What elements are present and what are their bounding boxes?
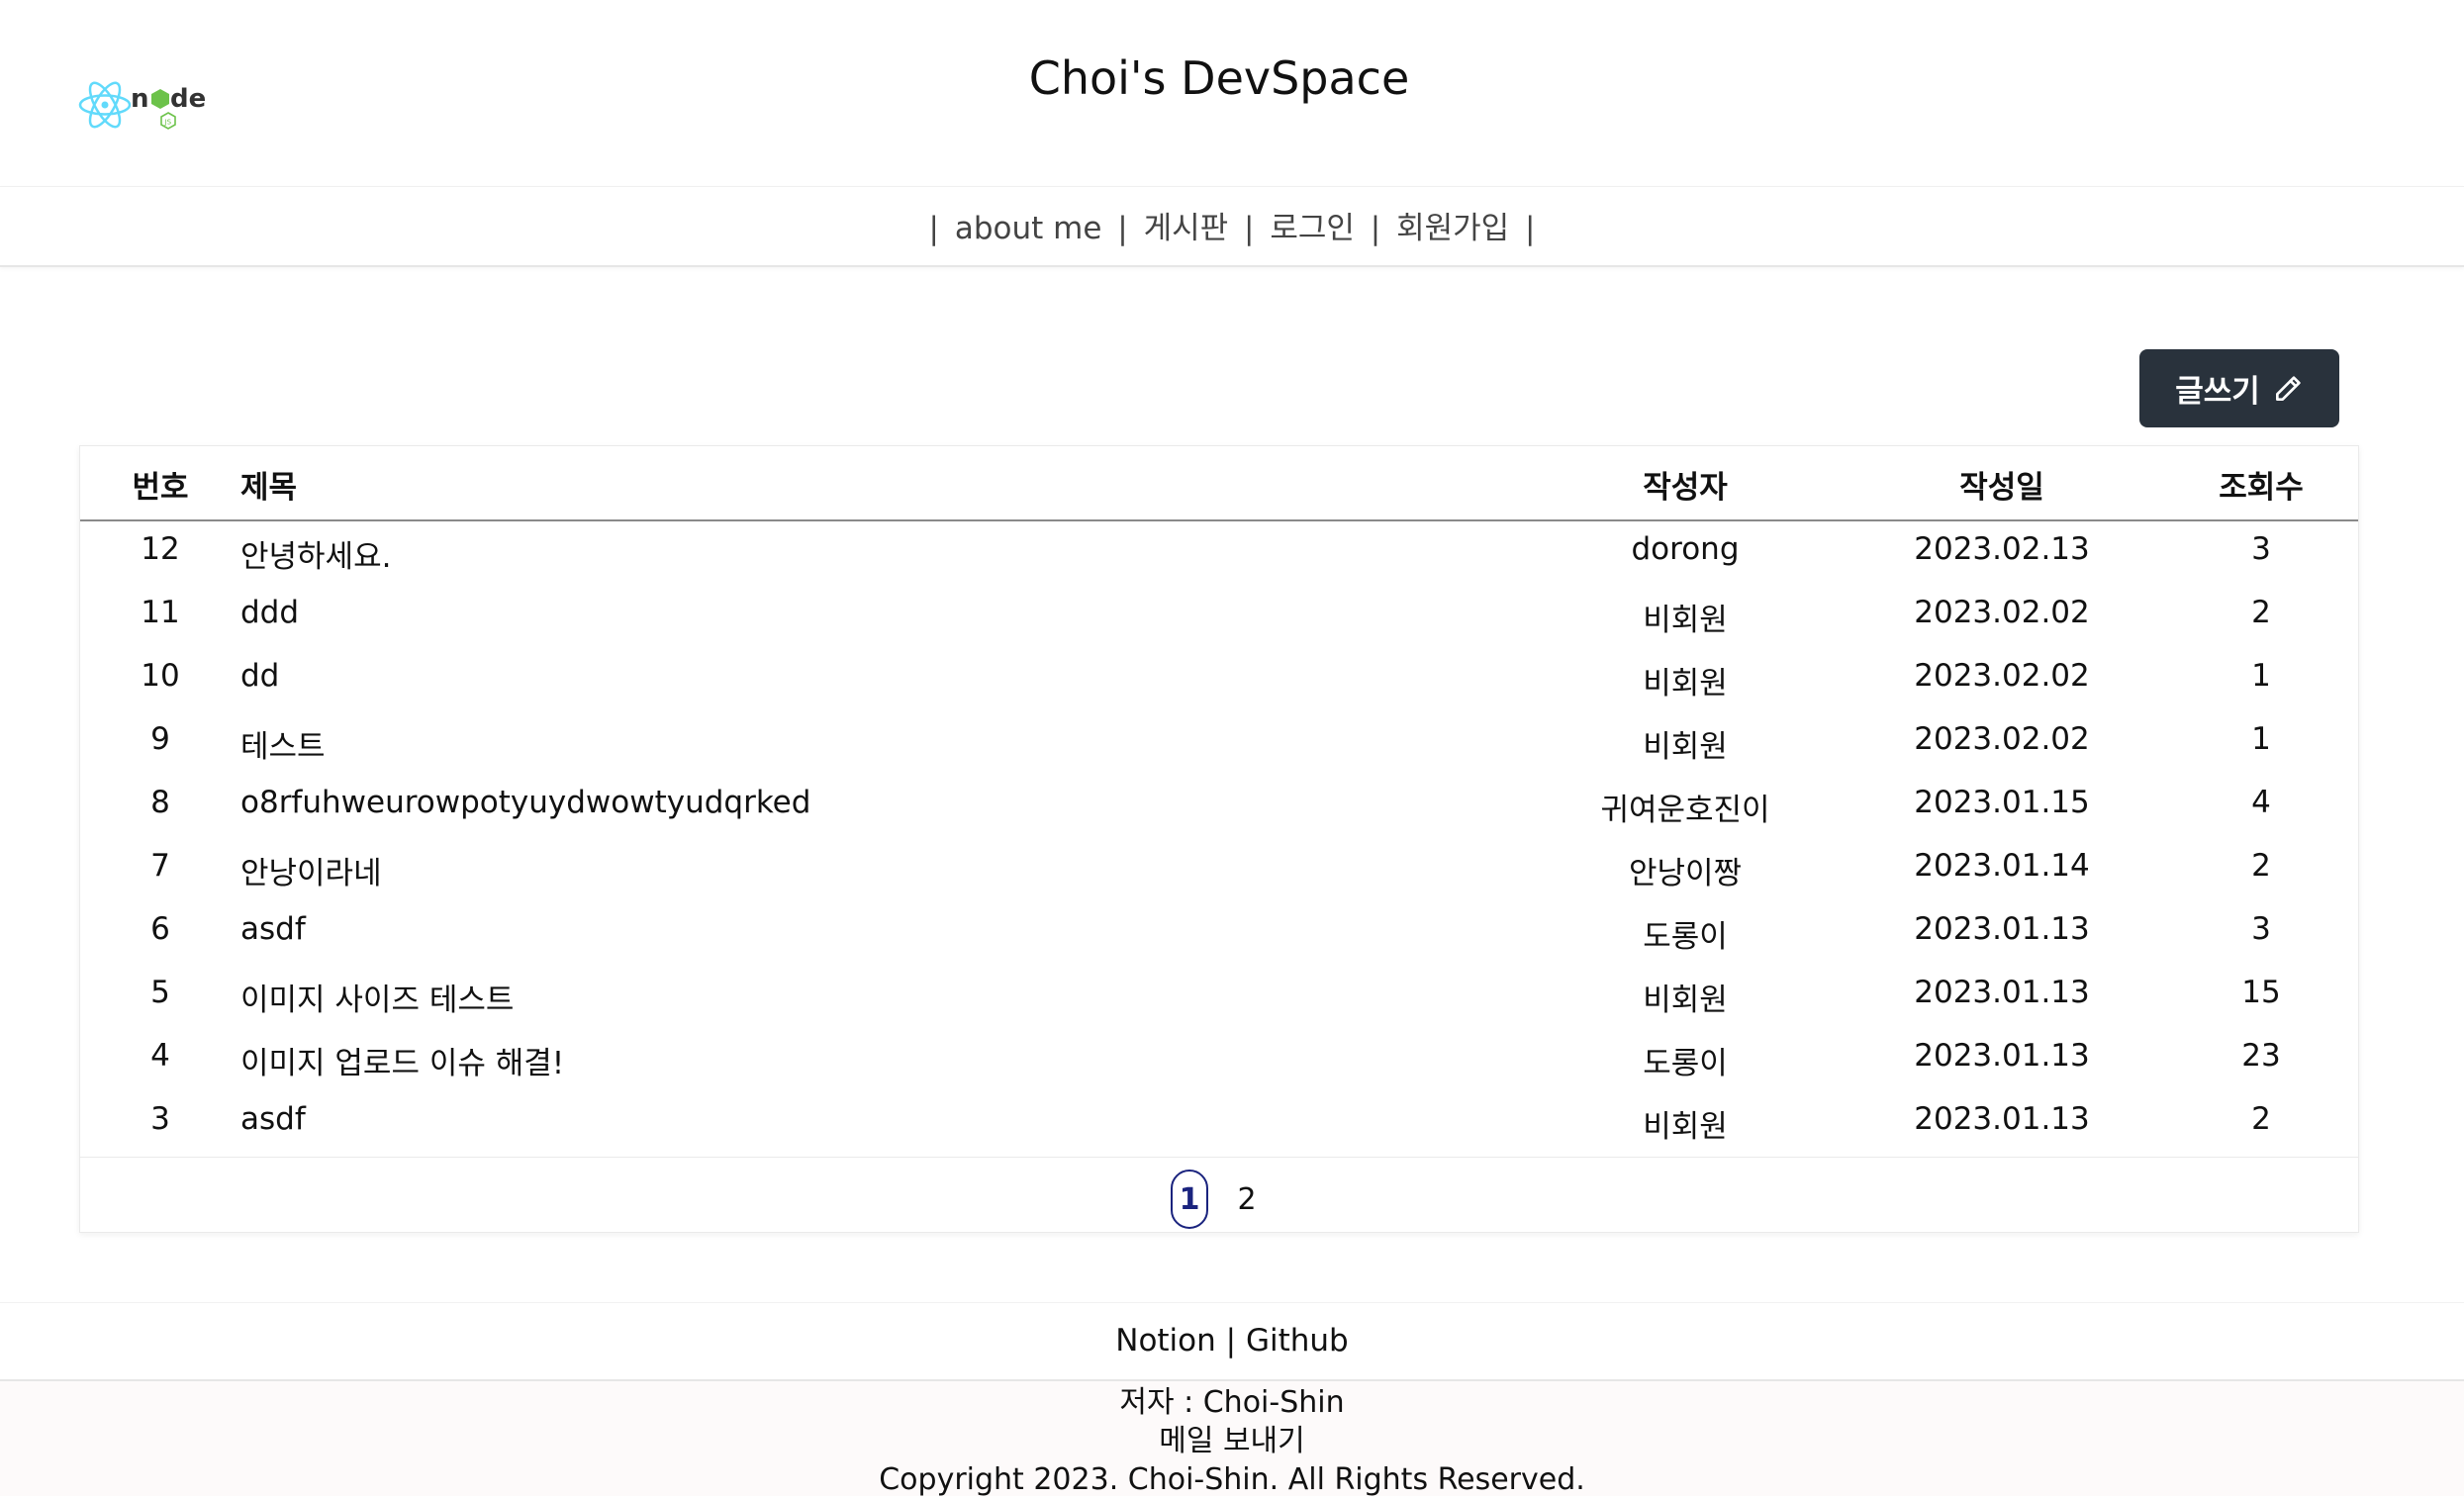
- footer-link-github[interactable]: Github: [1246, 1323, 1349, 1358]
- footer-author: 저자 : Choi-Shin: [1119, 1385, 1345, 1420]
- nav-item-about-me[interactable]: about me: [955, 211, 1102, 246]
- main-nav: | about me | 게시판 | 로그인 | 회원가입 |: [0, 186, 2464, 267]
- site-title: Choi's DevSpace: [1028, 51, 1410, 105]
- write-post-button[interactable]: 글쓰기: [2139, 349, 2339, 427]
- footer-info: 저자 : Choi-Shin 메일 보내기 Copyright 2023. Ch…: [0, 1381, 2464, 1497]
- row-title-link[interactable]: asdf: [240, 911, 306, 947]
- row-views: 15: [2241, 975, 2281, 1010]
- site-header: n de JS Choi's DevSpace: [0, 0, 2464, 186]
- row-date: 2023.01.13: [1914, 1101, 2090, 1137]
- table-row[interactable]: 7 안낭이라네 안낭이짱 2023.01.14 2: [80, 840, 2358, 903]
- table-row[interactable]: 4 이미지 업로드 이슈 해결! 도롱이 2023.01.13 23: [80, 1030, 2358, 1093]
- table-row[interactable]: 5 이미지 사이즈 테스트 비회원 2023.01.13 15: [80, 967, 2358, 1030]
- row-views: 1: [2251, 721, 2271, 757]
- row-number: 11: [141, 595, 180, 630]
- row-number: 4: [150, 1038, 170, 1074]
- column-header-number: 번호: [132, 470, 189, 506]
- column-header-title: 제목: [240, 470, 298, 506]
- nav-separator: |: [1370, 211, 1381, 246]
- row-title-link[interactable]: 안녕하세요.: [240, 531, 391, 576]
- page-button-current[interactable]: 1: [1171, 1170, 1208, 1229]
- write-button-label: 글쓰기: [2175, 374, 2260, 410]
- row-number: 7: [150, 848, 170, 884]
- row-date: 2023.02.02: [1914, 658, 2090, 694]
- footer-links: Notion | Github: [0, 1302, 2464, 1381]
- nav-separator: |: [1117, 211, 1128, 246]
- table-body: 12 안녕하세요. dorong 2023.02.13 3 11 ddd 비회원…: [80, 523, 2358, 1157]
- footer-copyright: Copyright 2023. Choi-Shin. All Rights Re…: [879, 1462, 1585, 1497]
- nav-item-login[interactable]: 로그인: [1270, 211, 1355, 246]
- nav-item-signup[interactable]: 회원가입: [1396, 211, 1509, 246]
- row-date: 2023.01.13: [1914, 911, 2090, 947]
- row-title-link[interactable]: 이미지 업로드 이슈 해결!: [240, 1038, 564, 1082]
- row-date: 2023.01.14: [1914, 848, 2090, 884]
- row-number: 5: [150, 975, 170, 1010]
- footer-link-notion[interactable]: Notion: [1115, 1323, 1216, 1358]
- row-title-link[interactable]: 이미지 사이즈 테스트: [240, 975, 514, 1019]
- page-button[interactable]: 2: [1228, 1170, 1266, 1229]
- table-row[interactable]: 11 ddd 비회원 2023.02.02 2: [80, 587, 2358, 650]
- table-row[interactable]: 12 안녕하세요. dorong 2023.02.13 3: [80, 523, 2358, 587]
- table-row[interactable]: 6 asdf 도롱이 2023.01.13 3: [80, 903, 2358, 967]
- column-header-date: 작성일: [1959, 470, 2044, 506]
- row-number: 8: [150, 785, 170, 820]
- row-date: 2023.01.15: [1914, 785, 2090, 820]
- table-row[interactable]: 3 asdf 비회원 2023.01.13 2: [80, 1093, 2358, 1157]
- row-date: 2023.02.13: [1914, 531, 2090, 567]
- row-title-link[interactable]: ddd: [240, 595, 299, 630]
- row-title-link[interactable]: 안낭이라네: [240, 848, 382, 892]
- row-title-link[interactable]: o8rfuhweurowpotyuydwowtyudqrked: [240, 785, 810, 820]
- table-header: 번호 제목 작성자 작성일 조회수: [80, 446, 2358, 521]
- row-date: 2023.01.13: [1914, 975, 2090, 1010]
- row-views: 2: [2251, 848, 2271, 884]
- row-views: 3: [2251, 911, 2271, 947]
- footer-separator: |: [1225, 1323, 1237, 1358]
- row-date: 2023.02.02: [1914, 721, 2090, 757]
- table-row[interactable]: 10 dd 비회원 2023.02.02 1: [80, 650, 2358, 713]
- pagination: 1 2: [80, 1157, 2358, 1234]
- pencil-icon: [2275, 375, 2301, 401]
- row-views: 2: [2251, 595, 2271, 630]
- row-number: 10: [141, 658, 180, 694]
- nav-separator: |: [1525, 211, 1536, 246]
- row-views: 3: [2251, 531, 2271, 567]
- row-views: 23: [2241, 1038, 2281, 1074]
- row-date: 2023.02.02: [1914, 595, 2090, 630]
- row-number: 6: [150, 911, 170, 947]
- footer-mail-link[interactable]: 메일 보내기: [0, 1422, 2464, 1460]
- row-title-link[interactable]: dd: [240, 658, 279, 694]
- nav-item-board[interactable]: 게시판: [1144, 211, 1229, 246]
- row-number: 3: [150, 1101, 170, 1137]
- row-title-link[interactable]: asdf: [240, 1101, 306, 1137]
- row-views: 4: [2251, 785, 2271, 820]
- row-title-link[interactable]: 테스트: [240, 721, 326, 766]
- row-number: 9: [150, 721, 170, 757]
- row-views: 1: [2251, 658, 2271, 694]
- table-row[interactable]: 8 o8rfuhweurowpotyuydwowtyudqrked 귀여운호진이…: [80, 777, 2358, 840]
- row-number: 12: [141, 531, 180, 567]
- nav-separator: |: [928, 211, 939, 246]
- svg-text:JS: JS: [164, 119, 172, 127]
- column-header-views: 조회수: [2219, 470, 2304, 506]
- row-views: 2: [2251, 1101, 2271, 1137]
- board-table: 번호 제목 작성자 작성일 조회수 12 안녕하세요. dorong 2023.…: [79, 445, 2359, 1233]
- nav-separator: |: [1244, 211, 1255, 246]
- row-date: 2023.01.13: [1914, 1038, 2090, 1074]
- table-row[interactable]: 9 테스트 비회원 2023.02.02 1: [80, 713, 2358, 777]
